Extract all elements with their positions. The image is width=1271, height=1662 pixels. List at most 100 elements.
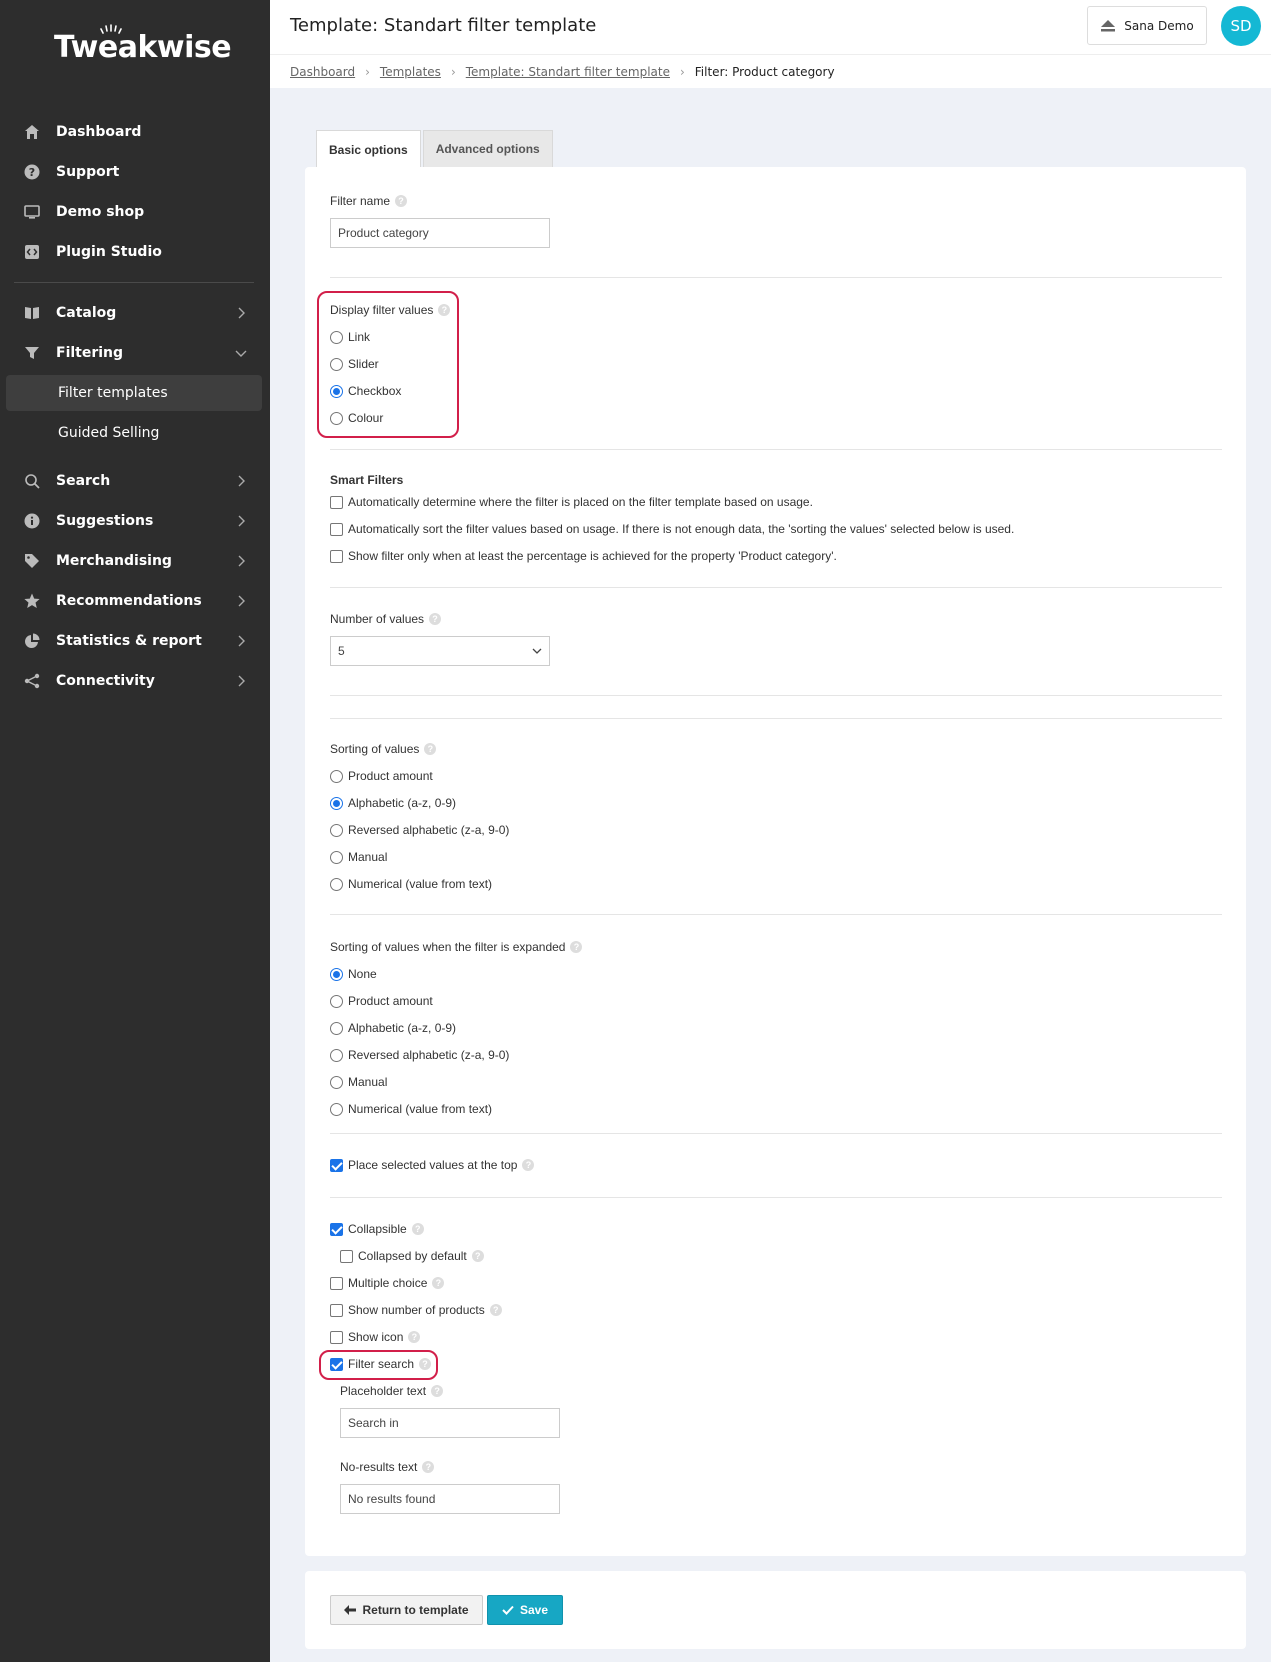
expanded-option-none[interactable]: None — [330, 967, 377, 981]
help-icon[interactable]: ? — [408, 1331, 421, 1343]
sidebar-item-filter-templates[interactable]: Filter templates — [6, 375, 262, 411]
radio[interactable] — [330, 1048, 343, 1062]
radio[interactable] — [330, 769, 343, 783]
sorting-option-alphabetic[interactable]: Alphabetic (a-z, 0-9) — [330, 796, 456, 810]
display-option-slider[interactable]: Slider — [330, 357, 379, 371]
smart-option-sort[interactable]: Automatically sort the filter values bas… — [330, 522, 1014, 536]
placeholder-text-input[interactable]: Search in — [340, 1408, 560, 1438]
radio[interactable] — [330, 1102, 343, 1116]
radio[interactable] — [330, 1075, 343, 1089]
radio[interactable] — [330, 411, 343, 425]
display-option-colour[interactable]: Colour — [330, 411, 383, 425]
checkbox-checked[interactable] — [330, 1357, 343, 1371]
tab-advanced-options[interactable]: Advanced options — [422, 130, 553, 167]
show-icon-checkbox[interactable]: Show icon? — [330, 1330, 421, 1344]
expanded-option-product-amount[interactable]: Product amount — [330, 994, 433, 1008]
multiple-choice-checkbox[interactable]: Multiple choice? — [330, 1276, 445, 1290]
help-icon[interactable]: ? — [522, 1159, 535, 1171]
chevron-right-icon — [238, 307, 245, 319]
sorting-option-product-amount[interactable]: Product amount — [330, 769, 433, 783]
radio-selected[interactable] — [330, 796, 343, 810]
breadcrumb-templates[interactable]: Templates — [380, 65, 441, 79]
help-icon[interactable]: ? — [419, 1358, 432, 1370]
display-option-link[interactable]: Link — [330, 330, 370, 344]
return-to-template-button[interactable]: Return to template — [330, 1595, 483, 1625]
checkbox-checked[interactable] — [330, 1222, 343, 1236]
monitor-icon — [22, 203, 42, 221]
sidebar-item-statistics[interactable]: Statistics & report — [6, 623, 262, 659]
help-icon[interactable]: ? — [432, 1277, 445, 1289]
help-icon[interactable]: ? — [431, 1385, 444, 1397]
breadcrumb-template[interactable]: Template: Standart filter template — [466, 65, 670, 79]
radio-selected[interactable] — [330, 384, 343, 398]
checkbox[interactable] — [330, 549, 343, 563]
sorting-expanded-label: Sorting of values when the filter is exp… — [330, 940, 583, 954]
radio[interactable] — [330, 330, 343, 344]
radio[interactable] — [330, 1021, 343, 1035]
filter-search-checkbox[interactable]: Filter search? — [330, 1357, 432, 1371]
display-option-checkbox[interactable]: Checkbox — [330, 384, 401, 398]
checkbox[interactable] — [330, 1330, 343, 1344]
help-icon[interactable]: ? — [471, 1250, 484, 1262]
help-icon[interactable]: ? — [411, 1223, 424, 1235]
save-button[interactable]: Save — [487, 1595, 563, 1625]
sorting-option-reversed[interactable]: Reversed alphabetic (z-a, 9-0) — [330, 823, 509, 837]
radio[interactable] — [330, 877, 343, 891]
sidebar-item-search[interactable]: Search — [6, 463, 262, 499]
checkbox[interactable] — [330, 1276, 343, 1290]
sidebar-item-catalog[interactable]: Catalog — [6, 295, 262, 331]
expanded-option-numerical[interactable]: Numerical (value from text) — [330, 1102, 492, 1116]
breadcrumb-dashboard[interactable]: Dashboard — [290, 65, 355, 79]
radio[interactable] — [330, 850, 343, 864]
sidebar-item-suggestions[interactable]: Suggestions — [6, 503, 262, 539]
show-number-checkbox[interactable]: Show number of products? — [330, 1303, 502, 1317]
expanded-option-reversed[interactable]: Reversed alphabetic (z-a, 9-0) — [330, 1048, 509, 1062]
checkbox[interactable] — [330, 495, 343, 509]
home-icon — [22, 123, 42, 141]
expanded-option-alphabetic[interactable]: Alphabetic (a-z, 0-9) — [330, 1021, 456, 1035]
help-icon[interactable]: ? — [438, 304, 451, 316]
sorting-option-manual[interactable]: Manual — [330, 850, 387, 864]
sidebar-item-plugin-studio[interactable]: Plugin Studio — [6, 234, 262, 270]
check-icon — [502, 1605, 514, 1615]
smart-option-placement[interactable]: Automatically determine where the filter… — [330, 495, 813, 509]
sidebar-item-support[interactable]: ? Support — [6, 154, 262, 190]
number-of-values-select[interactable]: 5 — [330, 636, 550, 666]
sidebar-item-filtering[interactable]: Filtering — [6, 335, 262, 371]
sorting-option-numerical[interactable]: Numerical (value from text) — [330, 877, 492, 891]
collapsible-checkbox[interactable]: Collapsible? — [330, 1222, 424, 1236]
account-button[interactable]: Sana Demo — [1087, 6, 1207, 45]
eject-icon — [1101, 19, 1116, 31]
sidebar-item-connectivity[interactable]: Connectivity — [6, 663, 262, 699]
checkbox[interactable] — [330, 522, 343, 536]
avatar[interactable]: SD — [1221, 6, 1261, 46]
chevron-down-icon — [532, 648, 542, 654]
checkbox[interactable] — [340, 1249, 353, 1263]
sidebar-item-recommendations[interactable]: Recommendations — [6, 583, 262, 619]
radio-selected[interactable] — [330, 967, 343, 981]
help-icon[interactable]: ? — [489, 1304, 502, 1316]
help-icon[interactable]: ? — [570, 941, 583, 953]
checkbox[interactable] — [330, 1303, 343, 1317]
place-selected-top-checkbox[interactable]: Place selected values at the top? — [330, 1158, 535, 1172]
sidebar-item-demo-shop[interactable]: Demo shop — [6, 194, 262, 230]
tab-basic-options[interactable]: Basic options — [316, 130, 421, 168]
help-icon[interactable]: ? — [424, 743, 437, 755]
no-results-text-input[interactable]: No results found — [340, 1484, 560, 1514]
help-icon[interactable]: ? — [422, 1461, 435, 1473]
help-icon[interactable]: ? — [429, 613, 442, 625]
radio[interactable] — [330, 357, 343, 371]
sidebar-item-guided-selling[interactable]: Guided Selling — [6, 415, 262, 451]
sidebar-item-merchandising[interactable]: Merchandising — [6, 543, 262, 579]
help-icon[interactable]: ? — [395, 195, 408, 207]
smart-option-percentage[interactable]: Show filter only when at least the perce… — [330, 549, 837, 563]
radio[interactable] — [330, 994, 343, 1008]
checkbox-checked[interactable] — [330, 1158, 343, 1172]
share-icon — [22, 672, 42, 690]
tweakwise-logo[interactable]: Tweakwise — [54, 24, 232, 65]
expanded-option-manual[interactable]: Manual — [330, 1075, 387, 1089]
sidebar-item-dashboard[interactable]: Dashboard — [6, 114, 262, 150]
collapsed-default-checkbox[interactable]: Collapsed by default? — [340, 1249, 484, 1263]
radio[interactable] — [330, 823, 343, 837]
filter-name-input[interactable]: Product category — [330, 218, 550, 248]
